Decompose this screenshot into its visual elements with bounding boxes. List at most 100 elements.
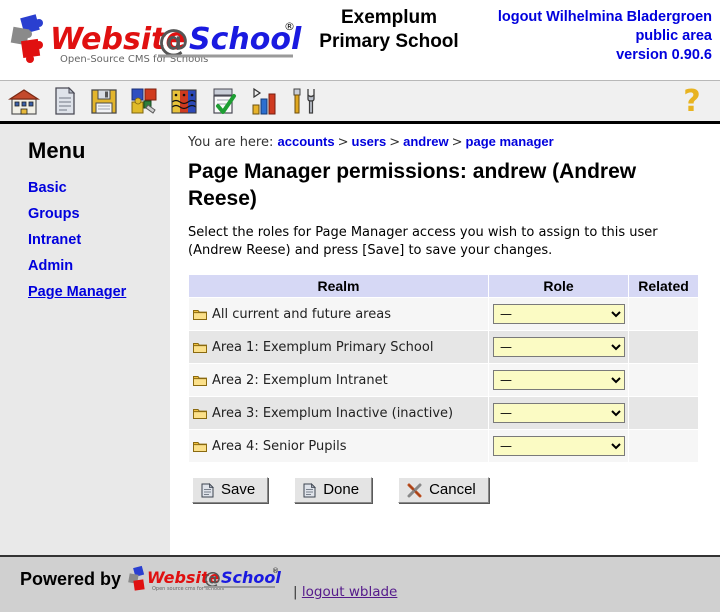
sidebar-menu: Basic Groups Intranet Admin Page Manager [28,180,170,300]
realm-label: Area 2: Exemplum Intranet [212,372,388,388]
sidebar-link-page-manager[interactable]: Page Manager [28,284,126,300]
realm-label: Area 3: Exemplum Inactive (inactive) [212,405,454,421]
role-select[interactable]: — [493,337,625,357]
save-button[interactable]: Save [192,477,269,503]
realm-cell: Area 2: Exemplum Intranet [188,363,489,397]
sidebar-link-admin[interactable]: Admin [28,258,73,274]
breadcrumb: You are here: accounts > users > andrew > page… [188,134,710,150]
folder-icon [193,342,207,353]
save-disk-icon[interactable] [88,85,120,117]
role-select[interactable]: — [493,436,625,456]
folder-icon [193,408,207,419]
help-icon[interactable]: ? [676,84,708,119]
table-row: Area 4: Senior Pupils — [188,429,699,463]
modules-icon[interactable] [128,85,160,117]
done-button-label: Done [323,481,360,498]
related-cell [628,297,699,331]
version-label: version 0.90.6 [616,47,712,63]
folder-icon [193,375,207,386]
breadcrumb-separator: > [337,135,349,150]
table-row: Area 1: Exemplum Primary School — [188,330,699,364]
breadcrumb-separator: > [451,135,463,150]
role-select[interactable]: — [493,304,625,324]
related-cell [628,363,699,397]
role-select[interactable]: — [493,403,625,423]
realm-cell: Area 3: Exemplum Inactive (inactive) [188,396,489,430]
realm-permissions-table: Realm Role Related All current and futur… [188,274,699,463]
footer-logout: | logout wblade [293,584,397,600]
cancel-button[interactable]: Cancel [398,477,489,503]
page-icon [303,482,317,497]
toolbar-icon-group [8,85,320,117]
sidebar-link-intranet[interactable]: Intranet [28,232,81,248]
sidebar-item-groups[interactable]: Groups [28,206,170,222]
question-mark-icon: ? [683,84,700,119]
page-icon[interactable] [48,85,80,117]
main-toolbar: ? [0,80,720,124]
role-cell: — [488,330,629,364]
page-title: Page Manager permissions: andrew (Andrew… [188,160,637,210]
role-cell: — [488,429,629,463]
sidebar: Menu Basic Groups Intranet Admin Page Ma… [0,124,170,555]
logout-link[interactable]: logout Wilhelmina Bladergroen [498,9,712,25]
form-button-row: Save Done Cancel [188,477,710,503]
related-cell [628,396,699,430]
logo-registered-mark: ® [284,20,295,33]
users-icon[interactable] [168,85,200,117]
page-header: Website @ School ® Open-Source CMS for S… [0,0,720,80]
breadcrumb-link-andrew[interactable]: andrew [403,134,449,149]
sidebar-link-basic[interactable]: Basic [28,180,67,196]
puzzle-icon [128,565,145,591]
breadcrumb-link-accounts[interactable]: accounts [278,134,335,149]
area-label: public area [635,28,712,44]
school-name-line2: Primary School [319,31,459,52]
school-name-line1: Exemplum [340,7,438,28]
realm-cell: All current and future areas [188,297,489,331]
save-button-label: Save [221,481,256,498]
page-body: Menu Basic Groups Intranet Admin Page Ma… [0,124,720,555]
role-select[interactable]: — [493,370,625,390]
breadcrumb-prefix: You are here: [188,135,274,150]
website-at-school-logo: Website @ School ® Open-Source CMS for S… [10,14,302,65]
breadcrumb-separator: > [389,135,401,150]
related-cell [628,330,699,364]
statistics-icon[interactable] [248,85,280,117]
breadcrumb-link-users[interactable]: users [352,134,387,149]
page-icon [201,482,214,497]
sidebar-item-basic[interactable]: Basic [28,180,170,196]
done-button[interactable]: Done [294,477,373,503]
home-icon[interactable] [8,85,40,117]
column-header-role: Role [488,274,629,298]
tools-icon[interactable] [288,85,320,117]
footer-website-at-school-logo[interactable]: Website @ School ® Open source cms for s… [127,565,287,597]
intro-text: Select the roles for Page Manager access… [188,225,658,258]
header-user-info: logout Wilhelmina Bladergroen public are… [498,8,712,65]
column-header-realm: Realm [188,274,489,298]
role-cell: — [488,363,629,397]
role-cell: — [488,297,629,331]
main-content: You are here: accounts > users > andrew > page… [170,124,720,555]
related-cell [628,429,699,463]
sidebar-item-page-manager[interactable]: Page Manager [28,284,170,300]
sidebar-item-admin[interactable]: Admin [28,258,170,274]
footer-branding: Powered by Website @ School ® Open sourc… [20,565,287,597]
folder-icon [193,441,207,452]
folder-icon [193,309,207,320]
powered-by-label: Powered by [20,569,122,589]
breadcrumb-link-page-manager[interactable]: page manager [466,134,554,149]
school-name: Exemplum Primary School [310,6,468,54]
menu-title: Menu [28,138,86,163]
approve-icon[interactable] [208,85,240,117]
svg-text:?: ? [683,85,700,117]
footer-separator: | [293,584,298,600]
realm-label: All current and future areas [212,306,391,322]
page-footer: Powered by Website @ School ® Open sourc… [0,555,720,612]
footer-logout-link[interactable]: logout wblade [302,584,398,600]
table-row: Area 2: Exemplum Intranet — [188,363,699,397]
cancel-button-label: Cancel [429,481,476,498]
table-row: Area 3: Exemplum Inactive (inactive) — [188,396,699,430]
table-header-row: Realm Role Related [188,274,699,298]
cross-tools-icon [407,483,422,497]
sidebar-item-intranet[interactable]: Intranet [28,232,170,248]
sidebar-link-groups[interactable]: Groups [28,206,80,222]
